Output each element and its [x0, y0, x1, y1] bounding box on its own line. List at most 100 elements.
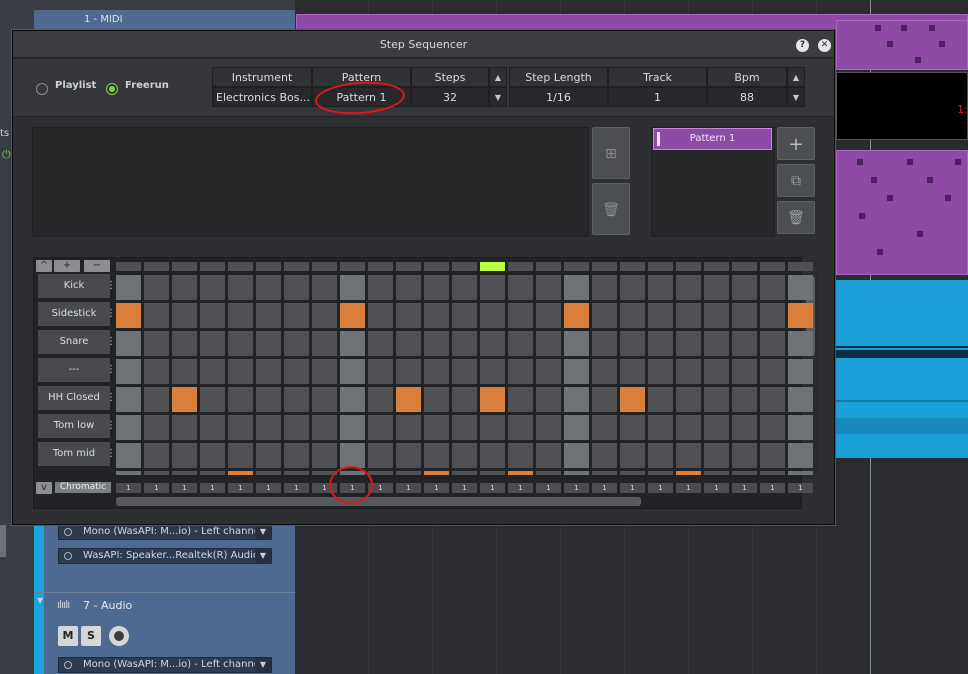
step-velocity[interactable]: 1 — [536, 483, 561, 493]
step-cell[interactable] — [228, 303, 253, 328]
step-cell[interactable] — [788, 443, 813, 468]
step-velocity[interactable]: 1 — [508, 483, 533, 493]
position-marker[interactable] — [396, 262, 421, 271]
step-cell[interactable] — [424, 359, 449, 384]
step-cell[interactable] — [732, 443, 757, 468]
step-cell[interactable] — [340, 359, 365, 384]
step-cell[interactable] — [564, 387, 589, 412]
step-cell[interactable] — [564, 359, 589, 384]
step-cell[interactable] — [732, 331, 757, 356]
step-cell[interactable] — [564, 471, 589, 475]
step-cell[interactable] — [760, 387, 785, 412]
step-cell[interactable] — [116, 443, 141, 468]
delete-instrument-button[interactable]: 🗑 — [592, 183, 630, 235]
step-cell[interactable] — [144, 471, 169, 475]
step-cell[interactable] — [284, 275, 309, 300]
step-velocity[interactable]: 1 — [760, 483, 785, 493]
step-cell[interactable] — [368, 359, 393, 384]
step-cell[interactable] — [172, 275, 197, 300]
steps-value[interactable]: 32 — [411, 87, 489, 107]
audio-input-select[interactable]: Mono (WasAPI: M...io) - Left channel ▼ — [58, 657, 272, 673]
step-cell[interactable] — [200, 387, 225, 412]
step-cell[interactable] — [340, 303, 365, 328]
step-cell[interactable] — [228, 471, 253, 475]
step-cell[interactable] — [452, 387, 477, 412]
step-cell[interactable] — [312, 387, 337, 412]
step-cell[interactable] — [760, 415, 785, 440]
step-cell[interactable] — [732, 359, 757, 384]
step-cell[interactable] — [508, 303, 533, 328]
step-cell[interactable] — [620, 331, 645, 356]
step-cell[interactable] — [452, 471, 477, 475]
collapse-down-icon[interactable]: v — [36, 482, 52, 494]
step-cell[interactable] — [396, 275, 421, 300]
step-cell[interactable] — [704, 331, 729, 356]
step-cell[interactable] — [564, 275, 589, 300]
step-velocity[interactable]: 1 — [424, 483, 449, 493]
step-cell[interactable] — [704, 443, 729, 468]
step-cell[interactable] — [312, 303, 337, 328]
step-cell[interactable] — [760, 303, 785, 328]
step-cell[interactable] — [760, 359, 785, 384]
step-cell[interactable] — [480, 415, 505, 440]
step-cell[interactable] — [228, 387, 253, 412]
delete-pattern-button[interactable]: 🗑 — [777, 201, 815, 234]
chromatic-button[interactable]: Chromatic — [55, 482, 111, 493]
step-velocity[interactable]: 1 — [648, 483, 673, 493]
step-cell[interactable] — [676, 275, 701, 300]
step-velocity[interactable]: 1 — [704, 483, 729, 493]
step-cell[interactable] — [592, 275, 617, 300]
position-marker[interactable] — [116, 262, 141, 271]
step-cell[interactable] — [760, 331, 785, 356]
step-cell[interactable] — [508, 471, 533, 475]
step-cell[interactable] — [760, 275, 785, 300]
step-cell[interactable] — [284, 443, 309, 468]
step-cell[interactable] — [144, 303, 169, 328]
position-marker[interactable] — [144, 262, 169, 271]
step-cell[interactable] — [284, 415, 309, 440]
step-cell[interactable] — [676, 443, 701, 468]
position-marker[interactable] — [508, 262, 533, 271]
step-cell[interactable] — [508, 415, 533, 440]
step-cell[interactable] — [480, 359, 505, 384]
audio-clip[interactable] — [836, 280, 968, 458]
step-velocity[interactable]: 1 — [396, 483, 421, 493]
row-menu-icon[interactable]: ⋮ — [106, 302, 116, 326]
position-marker[interactable] — [676, 262, 701, 271]
step-cell[interactable] — [452, 443, 477, 468]
step-cell[interactable] — [284, 359, 309, 384]
step-velocity[interactable]: 1 — [592, 483, 617, 493]
steps-up-icon[interactable]: ▲ — [489, 67, 507, 87]
step-cell[interactable] — [284, 471, 309, 475]
step-cell[interactable] — [340, 387, 365, 412]
step-cell[interactable] — [732, 303, 757, 328]
step-velocity[interactable]: 1 — [676, 483, 701, 493]
step-cell[interactable] — [676, 359, 701, 384]
step-cell[interactable] — [256, 303, 281, 328]
step-cell[interactable] — [144, 331, 169, 356]
step-cell[interactable] — [620, 387, 645, 412]
playlist-radio[interactable] — [36, 83, 48, 95]
step-cell[interactable] — [200, 443, 225, 468]
step-cell[interactable] — [480, 471, 505, 475]
step-cell[interactable] — [536, 415, 561, 440]
row-menu-icon[interactable]: ⋮ — [106, 274, 116, 298]
step-cell[interactable] — [396, 443, 421, 468]
step-cell[interactable] — [312, 415, 337, 440]
step-cell[interactable] — [732, 415, 757, 440]
step-cell[interactable] — [256, 331, 281, 356]
step-cell[interactable] — [676, 331, 701, 356]
row-menu-icon[interactable]: ⋮ — [106, 358, 116, 382]
bpm-value[interactable]: 88 — [707, 87, 787, 107]
position-marker[interactable] — [312, 262, 337, 271]
step-cell[interactable] — [620, 303, 645, 328]
step-cell[interactable] — [144, 275, 169, 300]
step-cell[interactable] — [620, 275, 645, 300]
step-cell[interactable] — [172, 359, 197, 384]
step-cell[interactable] — [172, 443, 197, 468]
playhead-indicator[interactable] — [480, 262, 505, 271]
instrument-row-label[interactable]: Kick — [38, 274, 110, 298]
bpm-down-icon[interactable]: ▼ — [787, 87, 805, 107]
step-cell[interactable] — [396, 359, 421, 384]
step-cell[interactable] — [648, 331, 673, 356]
